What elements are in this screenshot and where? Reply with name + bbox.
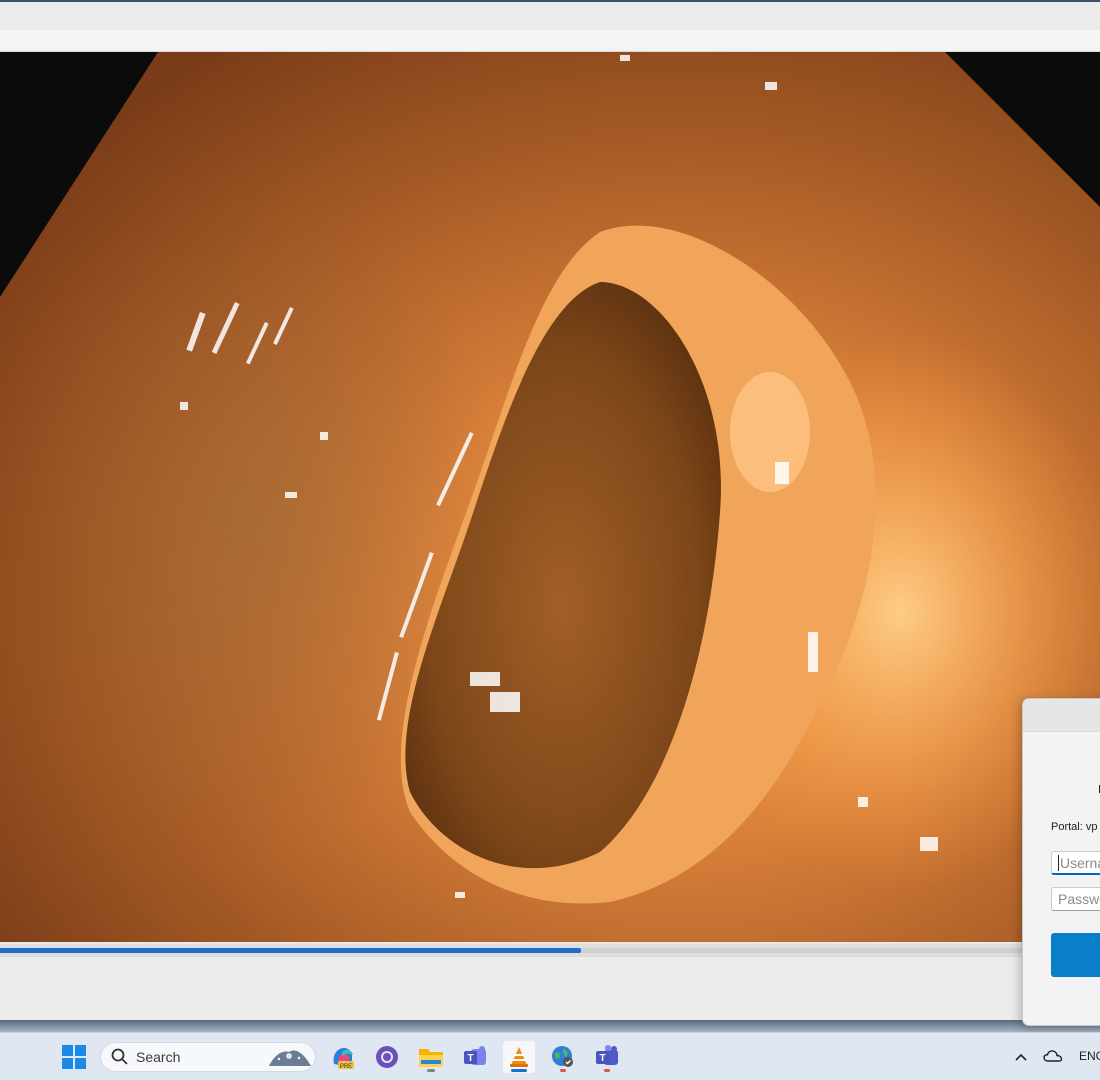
file-explorer-icon [419, 1049, 443, 1067]
svg-text:T: T [467, 1053, 473, 1064]
connect-button[interactable] [1051, 933, 1100, 977]
progress-fill [0, 948, 581, 953]
copilot-app-button[interactable]: PRE [327, 1041, 359, 1073]
username-placeholder: Userna [1060, 855, 1100, 871]
github-app-button[interactable] [371, 1041, 403, 1073]
search-label: Search [136, 1049, 181, 1065]
teams-classic-app-button[interactable]: T [459, 1041, 491, 1073]
teams-app-button[interactable]: T [591, 1041, 623, 1073]
text-caret [1058, 855, 1059, 871]
player-controls-area [0, 956, 1100, 1020]
teams-classic-icon: T [464, 1046, 486, 1065]
windows-start-icon [62, 1045, 86, 1069]
onedrive-cloud-icon[interactable] [1043, 1049, 1063, 1063]
svg-text:T: T [599, 1053, 605, 1064]
teams-icon: T [596, 1045, 618, 1065]
copilot-icon: PRE [333, 1048, 354, 1070]
browser-icon [552, 1046, 573, 1067]
search-highlight-icon [269, 1050, 311, 1066]
app-running-indicator [604, 1069, 610, 1072]
file-explorer-app-button[interactable] [415, 1041, 447, 1073]
search-icon [111, 1048, 128, 1065]
password-field[interactable]: Passwo [1051, 887, 1100, 911]
app-running-indicator [560, 1069, 566, 1072]
username-field[interactable]: Userna [1051, 851, 1100, 875]
taskbar: Search PRE T T EN [0, 1032, 1100, 1080]
start-button[interactable] [58, 1041, 90, 1073]
github-icon [376, 1046, 398, 1068]
video-frame[interactable] [0, 52, 1100, 942]
vlc-icon [510, 1047, 528, 1067]
window-title-bar [0, 0, 1100, 30]
desktop-background [0, 1020, 1100, 1032]
window-menu-bar [0, 30, 1100, 52]
language-indicator[interactable]: ENG [1079, 1049, 1100, 1063]
app-active-indicator [511, 1069, 527, 1072]
browser-app-button[interactable] [547, 1041, 579, 1073]
app-running-indicator [427, 1069, 435, 1072]
dialog-title-bar [1023, 699, 1100, 732]
password-placeholder: Passwo [1058, 891, 1100, 907]
svg-text:PRE: PRE [340, 1064, 352, 1070]
portal-label: Portal: vp [1051, 821, 1098, 833]
video-progress-bar[interactable] [0, 944, 1100, 956]
chevron-up-icon[interactable] [1014, 1052, 1028, 1062]
vlc-app-button[interactable] [503, 1041, 535, 1073]
vpn-login-dialog: Portal: vp Userna Passwo [1022, 698, 1100, 1026]
taskbar-search-box[interactable]: Search [100, 1042, 316, 1072]
endoscopy-image [0, 52, 1100, 942]
